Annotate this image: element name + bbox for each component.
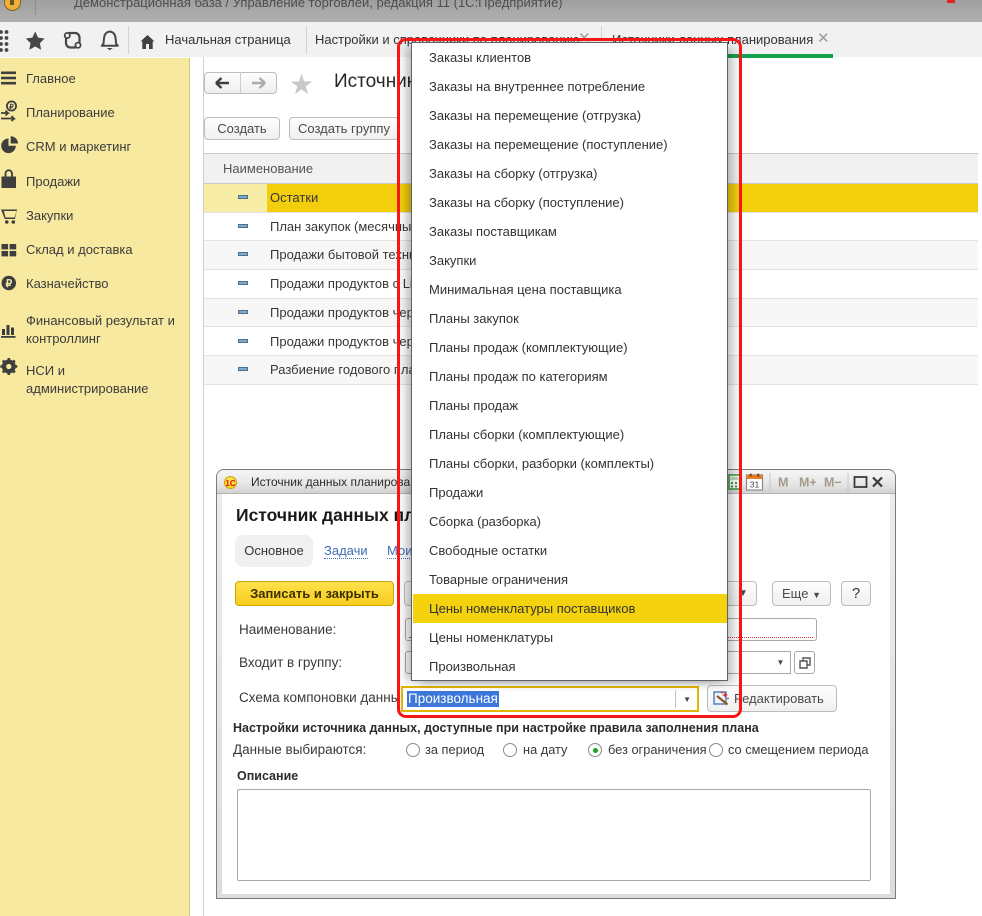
svg-text:31: 31 [750, 480, 760, 490]
svg-text:M−: M− [824, 476, 842, 490]
svg-text:M: M [778, 476, 788, 490]
svg-text:₽: ₽ [9, 103, 14, 111]
svg-text:₽: ₽ [5, 278, 12, 290]
svg-text:M+: M+ [799, 476, 817, 490]
